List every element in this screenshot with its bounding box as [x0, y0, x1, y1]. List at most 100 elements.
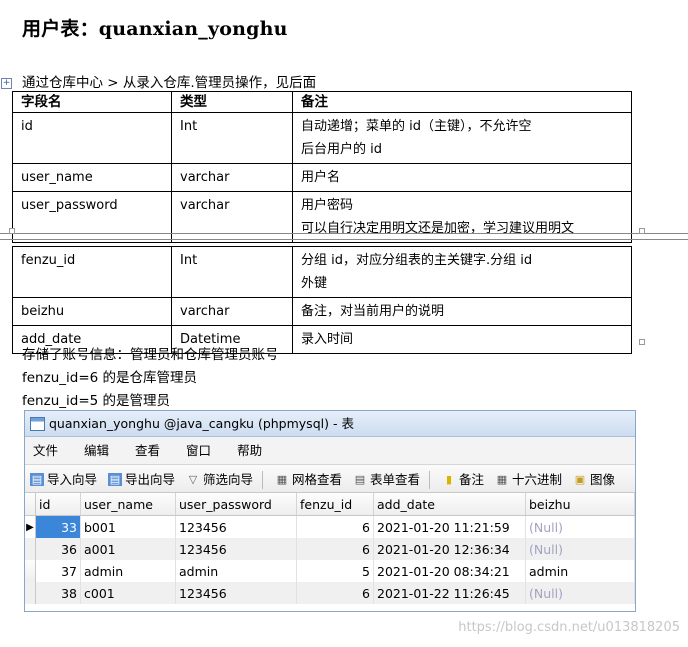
cell-user-password[interactable]: 123456 [175, 515, 297, 538]
field-note: 用户名 [292, 163, 632, 192]
export-icon: ▤ [108, 473, 122, 486]
hex-button[interactable]: ▦ 十六进制 [495, 466, 562, 492]
table-move-handle-icon[interactable]: + [1, 78, 12, 89]
schema-table-top: 字段名 类型 备注 id Int 自动递增；菜单的 id（主键），不允许空 后台用… [12, 91, 632, 243]
field-name: beizhu [12, 297, 172, 326]
table-row[interactable]: 37 admin admin 5 2021-01-20 08:34:21 adm… [25, 560, 635, 582]
row-indicator [25, 560, 36, 582]
note-line-1: 存储了账号信息：管理员和仓库管理员账号 [22, 347, 279, 363]
page-title: 用户表：quanxian_yonghu [22, 18, 288, 40]
menu-window[interactable]: 窗口 [186, 437, 211, 464]
cell-user-password[interactable]: 123456 [175, 538, 297, 560]
note-line: 外键 [301, 276, 328, 291]
toolbar-separator [262, 470, 263, 489]
field-note: 分组 id，对应分组表的主关键字.分组 id 外键 [292, 246, 632, 298]
cell-id[interactable]: 33 [35, 515, 81, 538]
header-note: 备注 [292, 91, 632, 113]
column-header-add-date[interactable]: add_date [373, 493, 526, 516]
field-name: user_password [12, 191, 172, 243]
menu-edit[interactable]: 编辑 [84, 437, 109, 464]
field-note: 自动递增；菜单的 id（主键），不允许空 后台用户的 id [292, 112, 632, 164]
cell-fenzu-id[interactable]: 6 [296, 582, 374, 604]
schema-row: id Int 自动递增；菜单的 id（主键），不允许空 后台用户的 id [12, 112, 632, 164]
filter-icon: ▽ [188, 473, 198, 486]
cell-beizhu[interactable]: (Null) [525, 515, 635, 538]
field-type: varchar [171, 191, 293, 243]
toolbar-label: 表单查看 [369, 472, 420, 487]
cell-user-name[interactable]: c001 [80, 582, 176, 604]
hex-icon: ▦ [496, 473, 508, 486]
row-indicator [25, 582, 36, 604]
field-type: varchar [171, 163, 293, 192]
toolbar-label: 导入向导 [47, 472, 98, 487]
page-break-line [0, 233, 688, 234]
import-icon: ▤ [30, 473, 44, 486]
column-header-id[interactable]: id [35, 493, 81, 516]
cell-beizhu[interactable]: admin [525, 560, 635, 582]
column-header-user-password[interactable]: user_password [175, 493, 297, 516]
toolbar-label: 导出向导 [125, 472, 176, 487]
cell-fenzu-id[interactable]: 6 [296, 515, 374, 538]
cell-beizhu[interactable]: (Null) [525, 538, 635, 560]
table-icon [30, 417, 45, 431]
schema-row: fenzu_id Int 分组 id，对应分组表的主关键字.分组 id 外键 [12, 246, 632, 298]
cell-user-password[interactable]: admin [175, 560, 297, 582]
grid-header-row: id user_name user_password fenzu_id add_… [25, 493, 635, 516]
image-button[interactable]: ▣ 图像 [573, 466, 615, 492]
image-icon: ▣ [574, 473, 586, 486]
cell-id[interactable]: 36 [35, 538, 81, 560]
schema-row: user_name varchar 用户名 [12, 163, 632, 192]
table-row[interactable]: 36 a001 123456 6 2021-01-20 12:36:34 (Nu… [25, 538, 635, 560]
table-row[interactable]: ▶ 33 b001 123456 6 2021-01-20 11:21:59 (… [25, 515, 635, 538]
column-header-fenzu-id[interactable]: fenzu_id [296, 493, 374, 516]
cell-add-date[interactable]: 2021-01-22 11:26:45 [373, 582, 526, 604]
toolbar-label: 十六进制 [511, 472, 562, 487]
table-row[interactable]: 38 c001 123456 6 2021-01-22 11:26:45 (Nu… [25, 582, 635, 604]
table-corner-marker [9, 228, 15, 234]
note-line: 后台用户的 id [301, 142, 382, 157]
note-line: 用户密码 [301, 198, 354, 213]
menu-bar: 文件 编辑 查看 窗口 帮助 [25, 437, 635, 465]
note-line-3: fenzu_id=5 的是管理员 [22, 393, 171, 409]
cell-fenzu-id[interactable]: 5 [296, 560, 374, 582]
grid-view-button[interactable]: ▦ 网格查看 [275, 466, 342, 492]
field-note: 用户密码 可以自行决定用明文还是加密，学习建议用明文 [292, 191, 632, 243]
column-header-user-name[interactable]: user_name [80, 493, 176, 516]
cell-user-name[interactable]: a001 [80, 538, 176, 560]
cell-add-date[interactable]: 2021-01-20 12:36:34 [373, 538, 526, 560]
note-line: 自动递增；菜单的 id（主键），不允许空 [301, 119, 532, 134]
page-break-line [0, 239, 688, 240]
import-wizard-button[interactable]: ▤ 导入向导 [30, 466, 98, 492]
schema-row: beizhu varchar 备注，对当前用户的说明 [12, 297, 632, 326]
cell-add-date[interactable]: 2021-01-20 08:34:21 [373, 560, 526, 582]
form-view-button[interactable]: ▤ 表单查看 [353, 466, 420, 492]
cell-beizhu[interactable]: (Null) [525, 582, 635, 604]
table-resize-handle[interactable] [639, 339, 645, 345]
cell-user-name[interactable]: b001 [80, 515, 176, 538]
field-note: 备注，对当前用户的说明 [292, 297, 632, 326]
menu-file[interactable]: 文件 [33, 437, 58, 464]
field-name: fenzu_id [12, 246, 172, 298]
filter-wizard-button[interactable]: ▽ 筛选向导 [186, 466, 254, 492]
cell-fenzu-id[interactable]: 6 [296, 538, 374, 560]
cell-id[interactable]: 37 [35, 560, 81, 582]
cell-user-password[interactable]: 123456 [175, 582, 297, 604]
field-name: id [12, 112, 172, 164]
menu-view[interactable]: 查看 [135, 437, 160, 464]
cell-add-date[interactable]: 2021-01-20 11:21:59 [373, 515, 526, 538]
field-note: 录入时间 [292, 325, 632, 354]
cell-user-name[interactable]: admin [80, 560, 176, 582]
field-type: Int [171, 112, 293, 164]
note-button[interactable]: ▮ 备注 [442, 466, 484, 492]
schema-table-bottom: fenzu_id Int 分组 id，对应分组表的主关键字.分组 id 外键 be… [12, 246, 632, 354]
export-wizard-button[interactable]: ▤ 导出向导 [108, 466, 176, 492]
column-header-beizhu[interactable]: beizhu [525, 493, 635, 516]
toolbar-label: 图像 [589, 472, 615, 487]
cell-id[interactable]: 38 [35, 582, 81, 604]
toolbar-label: 筛选向导 [203, 472, 254, 487]
navicat-table-window: quanxian_yonghu @java_cangku (phpmysql) … [24, 410, 636, 612]
menu-help[interactable]: 帮助 [237, 437, 262, 464]
schema-row: user_password varchar 用户密码 可以自行决定用明文还是加密，… [12, 191, 632, 243]
window-titlebar[interactable]: quanxian_yonghu @java_cangku (phpmysql) … [25, 411, 635, 437]
form-icon: ▤ [354, 473, 366, 486]
